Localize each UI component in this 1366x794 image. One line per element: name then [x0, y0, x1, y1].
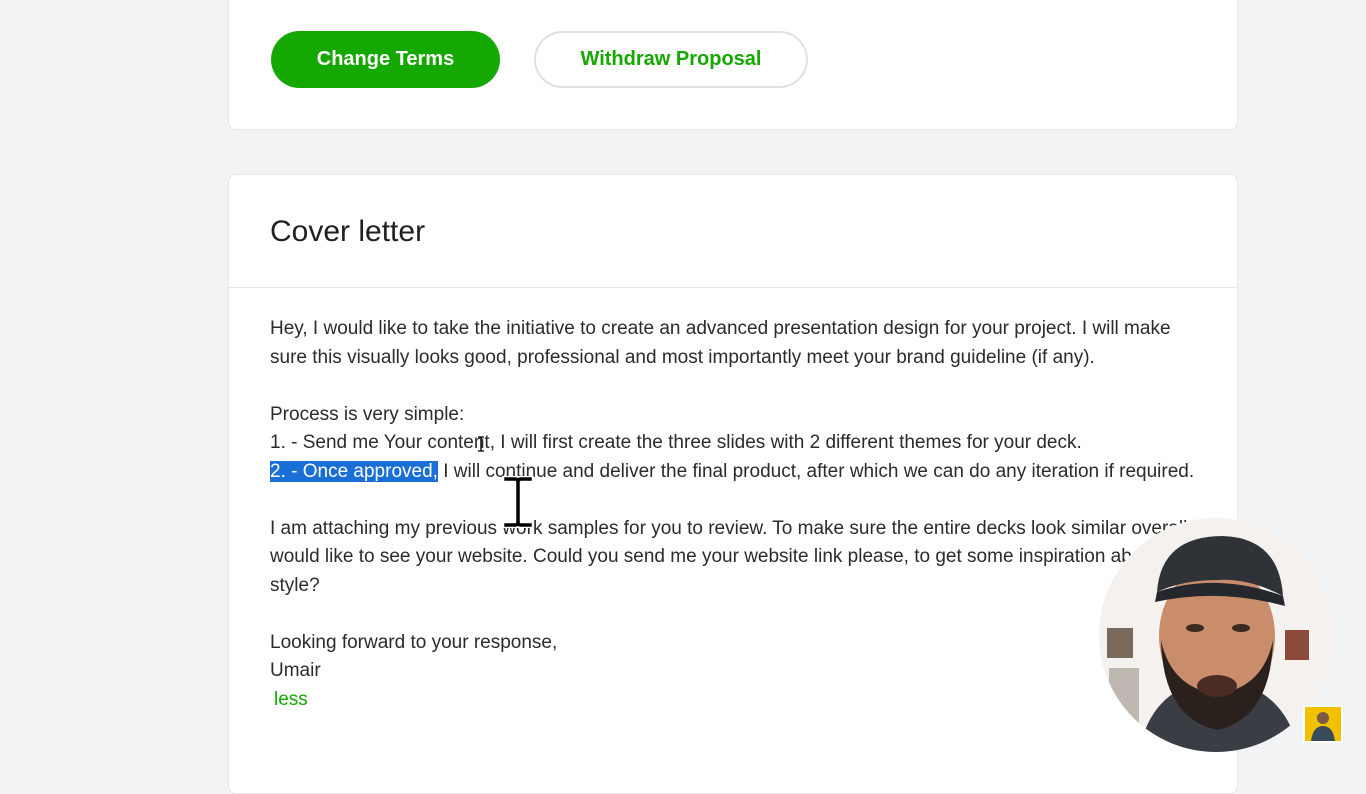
- cover-letter-header: Cover letter: [229, 175, 1237, 288]
- cover-letter-title: Cover letter: [270, 215, 426, 248]
- webcam-overlay: [1099, 518, 1333, 752]
- channel-avatar-icon: [1311, 712, 1335, 741]
- letter-process-intro: Process is very simple:: [270, 403, 465, 425]
- proposal-actions: Change Terms Withdraw Proposal: [271, 31, 808, 88]
- letter-step-2: 2. - Once approved, I will continue and …: [270, 458, 1205, 487]
- cover-letter-card: Cover letter Hey, I would like to take t…: [228, 174, 1238, 794]
- letter-step-1: 1. - Send me Your content, I will first …: [270, 432, 1082, 453]
- show-less-link[interactable]: less: [270, 686, 1205, 715]
- cover-letter-body: Hey, I would like to take the initiative…: [270, 315, 1205, 714]
- letter-step-2-rest: I will continue and deliver the final pr…: [437, 460, 1195, 482]
- change-terms-button[interactable]: Change Terms: [271, 31, 500, 88]
- withdraw-proposal-button[interactable]: Withdraw Proposal: [534, 31, 808, 88]
- selected-text: 2. - Once approved,: [270, 460, 438, 482]
- i-beam-cursor-icon: [502, 476, 534, 528]
- proposal-actions-card: Change Terms Withdraw Proposal: [228, 0, 1238, 130]
- channel-logo-icon: [1303, 705, 1343, 743]
- letter-paragraph-samples: I am attaching my previous work samples …: [270, 517, 1204, 596]
- letter-signature: Umair: [270, 660, 321, 681]
- letter-closing: Looking forward to your response,: [270, 631, 558, 653]
- letter-paragraph-intro: Hey, I would like to take the initiative…: [270, 318, 1171, 368]
- small-text-cursor-icon: [478, 436, 484, 452]
- presenter-avatar: [1099, 518, 1333, 752]
